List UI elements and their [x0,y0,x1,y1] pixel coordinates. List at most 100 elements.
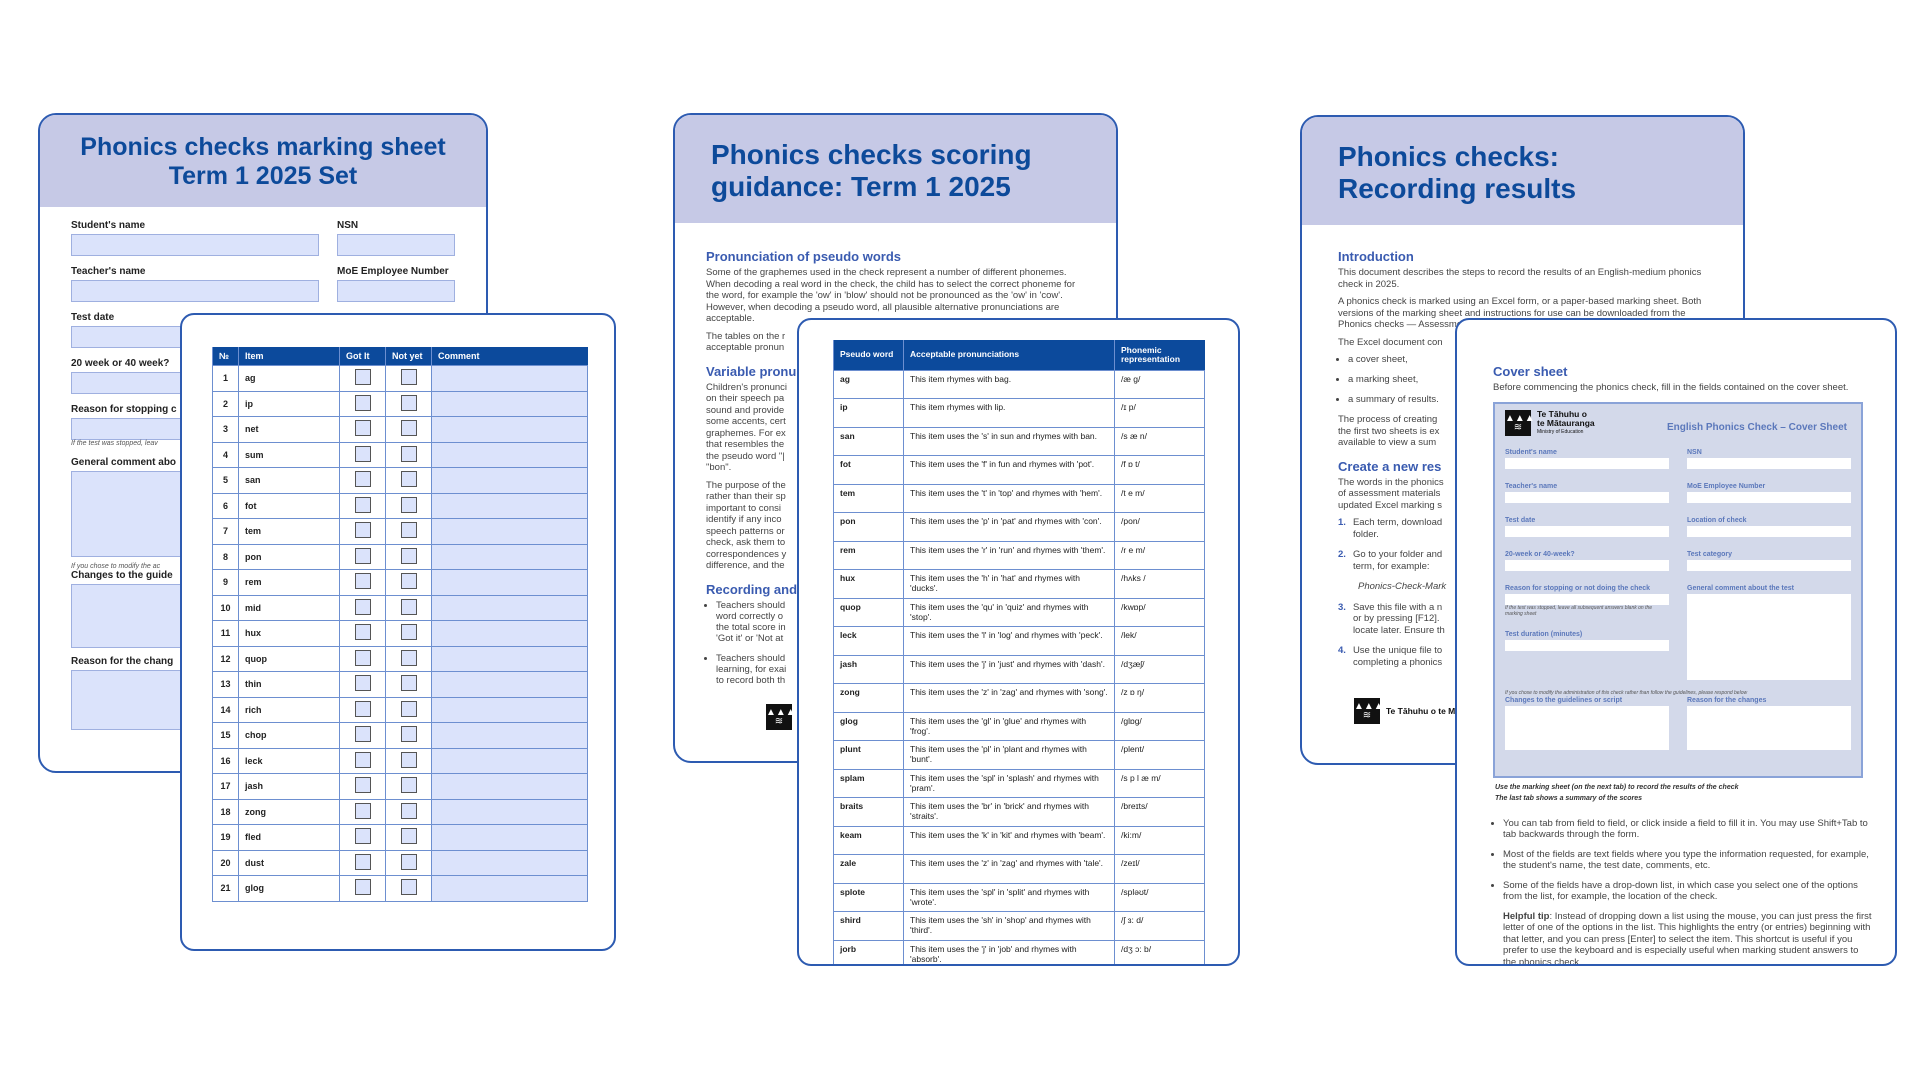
comment-field[interactable] [431,722,588,749]
nsn-field[interactable] [337,234,455,256]
got-it-checkbox[interactable] [354,496,371,513]
reason-stopping-field[interactable] [71,418,191,440]
scoring-table-page: Pseudo word Acceptable pronunciations Phon… [797,318,1240,966]
not-yet-checkbox[interactable] [400,547,417,564]
item-word: glog [237,875,341,902]
comment-field[interactable] [431,594,588,621]
student-name-field[interactable] [1505,457,1669,469]
paragraph: Children's pronunci on their speech pa s… [706,381,788,474]
pseudo-word: ip [833,398,904,428]
got-it-checkbox[interactable] [354,777,371,794]
got-it-checkbox[interactable] [354,649,371,666]
not-yet-checkbox[interactable] [400,751,417,768]
moe-number-field[interactable] [337,280,455,302]
not-yet-checkbox[interactable] [400,420,417,437]
comment-field[interactable] [431,569,588,596]
item-number: 20 [212,849,239,876]
not-yet-checkbox[interactable] [400,624,417,641]
not-yet-checkbox[interactable] [400,777,417,794]
test-date-field[interactable] [1505,525,1669,537]
not-yet-checkbox[interactable] [400,649,417,666]
item-number: 5 [212,467,239,494]
not-yet-checkbox[interactable] [400,445,417,462]
pseudo-word: braits [833,797,904,827]
comment-field[interactable] [431,849,588,876]
not-yet-checkbox[interactable] [400,369,417,386]
table-row: 3 net [212,416,588,443]
item-number: 3 [212,416,239,443]
got-it-checkbox[interactable] [354,420,371,437]
teacher-name-field[interactable] [71,280,319,302]
comment-field[interactable] [431,798,588,825]
not-yet-checkbox[interactable] [400,573,417,590]
changes-field[interactable] [1505,705,1669,750]
reason-changes-field[interactable] [71,670,191,730]
not-yet-checkbox[interactable] [400,598,417,615]
comment-field[interactable] [431,543,588,570]
duration-field[interactable] [1505,639,1669,651]
not-yet-checkbox[interactable] [400,522,417,539]
comment-field[interactable] [431,365,588,392]
moe-number-field[interactable] [1687,491,1851,503]
got-it-checkbox[interactable] [354,573,371,590]
got-it-checkbox[interactable] [354,700,371,717]
got-it-checkbox[interactable] [354,394,371,411]
got-it-checkbox[interactable] [354,828,371,845]
not-yet-checkbox[interactable] [400,879,417,896]
got-it-checkbox[interactable] [354,853,371,870]
test-category-field[interactable] [1687,559,1851,571]
week-field[interactable] [1505,559,1669,571]
not-yet-checkbox[interactable] [400,853,417,870]
comment-field[interactable] [431,824,588,851]
comment-field[interactable] [431,645,588,672]
not-yet-checkbox[interactable] [400,828,417,845]
got-it-checkbox[interactable] [354,547,371,564]
test-date-field[interactable] [71,326,191,348]
got-it-checkbox[interactable] [354,471,371,488]
week-field[interactable] [71,372,191,394]
got-it-checkbox[interactable] [354,675,371,692]
comment-field[interactable] [431,518,588,545]
comment-field[interactable] [431,492,588,519]
not-yet-checkbox[interactable] [400,471,417,488]
not-yet-checkbox[interactable] [400,675,417,692]
not-yet-checkbox[interactable] [400,726,417,743]
reason-changes-field[interactable] [1687,705,1851,750]
reason-stopping-field[interactable] [1505,593,1669,605]
not-yet-checkbox[interactable] [400,496,417,513]
changes-field[interactable] [71,584,191,648]
got-it-checkbox[interactable] [354,369,371,386]
comment-field[interactable] [431,620,588,647]
comment-field[interactable] [431,671,588,698]
comment-field[interactable] [431,875,588,902]
not-yet-checkbox[interactable] [400,802,417,819]
general-comment-field[interactable] [1687,593,1851,680]
got-it-checkbox[interactable] [354,802,371,819]
got-it-checkbox[interactable] [354,751,371,768]
marking-table-page: № Item Got It Not yet Comment 1 ag 2 ip 3 net 4 sum… [180,313,616,951]
got-it-checkbox[interactable] [354,445,371,462]
pseudo-word: glog [833,711,904,741]
comment-field[interactable] [431,696,588,723]
got-it-checkbox[interactable] [354,624,371,641]
got-it-checkbox[interactable] [354,522,371,539]
teacher-name-field[interactable] [1505,491,1669,503]
not-yet-checkbox[interactable] [400,700,417,717]
nsn-field[interactable] [1687,457,1851,469]
comment-field[interactable] [431,773,588,800]
table-row: 20 dust [212,849,588,876]
comment-field[interactable] [431,467,588,494]
student-name-field[interactable] [71,234,319,256]
step: 2. Go to your folder and term, for exampl… [1338,549,1443,572]
got-it-checkbox[interactable] [354,879,371,896]
general-comment-field[interactable] [71,471,191,557]
not-yet-checkbox[interactable] [400,394,417,411]
got-it-checkbox[interactable] [354,726,371,743]
comment-field[interactable] [431,747,588,774]
comment-field[interactable] [431,390,588,417]
location-field[interactable] [1687,525,1851,537]
phonemic: /ʃ ɜ: d/ [1114,911,1205,941]
comment-field[interactable] [431,441,588,468]
comment-field[interactable] [431,416,588,443]
got-it-checkbox[interactable] [354,598,371,615]
